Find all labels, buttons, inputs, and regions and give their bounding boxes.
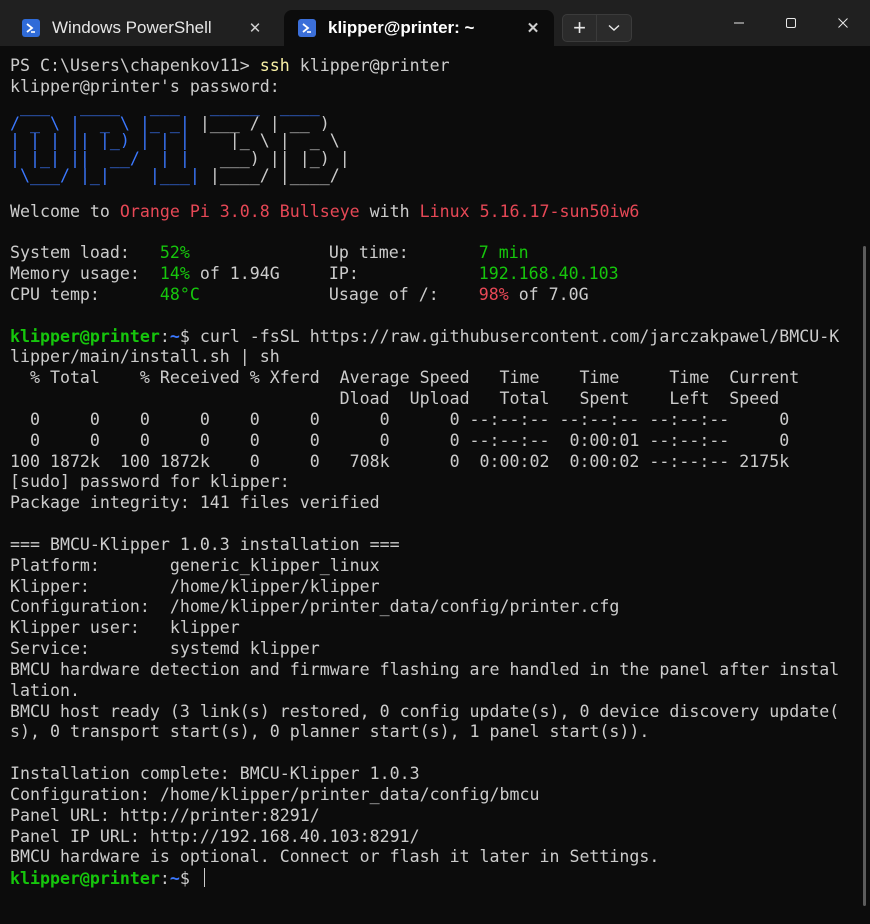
terminal-pane[interactable]: PS C:\Users\chapenkov11> ssh klipper@pri… xyxy=(0,46,870,924)
platform-line: Platform: generic_klipper_linux xyxy=(10,555,380,575)
scrollbar[interactable] xyxy=(863,246,866,906)
new-tab-group: + xyxy=(562,14,632,42)
ip-value: 192.168.40.103 xyxy=(478,264,619,284)
install-header: === BMCU-Klipper 1.0.3 installation === xyxy=(10,534,400,554)
bash-prompt-line: klipper@printer:~$ curl -fsSL https://ra… xyxy=(10,326,840,346)
mem-total: of 1.94G xyxy=(189,264,280,284)
minimize-button[interactable] xyxy=(716,0,762,46)
tab-klipper-printer[interactable]: klipper@printer: ~ ✕ xyxy=(284,10,554,46)
terminal-output: PS C:\Users\chapenkov11> ssh klipper@pri… xyxy=(10,56,850,889)
hw-note-line: BMCU hardware detection and firmware fla… xyxy=(10,659,840,679)
close-window-button[interactable] xyxy=(820,0,866,46)
cpu-label: CPU temp: xyxy=(10,284,160,304)
host-ready-line-cont: s), 0 transport start(s), 0 planner star… xyxy=(10,722,650,742)
config-path-line: Configuration: /home/klipper/printer_dat… xyxy=(10,597,620,617)
install-complete-line: Installation complete: BMCU-Klipper 1.0.… xyxy=(10,764,420,784)
stats-row-2: Memory usage: 14% of 1.94G IP: 192.168.40… xyxy=(10,264,850,285)
curl-progress-row: 0 0 0 0 0 0 0 0 --:--:-- 0:00:01 --:--:-… xyxy=(10,430,790,450)
welcome-prefix: Welcome to xyxy=(10,201,120,221)
ip-label: IP: xyxy=(328,264,479,284)
optional-note-line: BMCU hardware is optional. Connect or fl… xyxy=(10,847,660,867)
minimize-icon xyxy=(734,22,744,24)
hw-note-line-cont: lation. xyxy=(10,680,80,700)
ssh-command: ssh xyxy=(259,56,290,75)
mem-label: Memory usage: xyxy=(10,264,160,284)
new-tab-button[interactable]: + xyxy=(563,15,597,41)
curl-command-cont: lipper/main/install.sh | sh xyxy=(10,347,280,367)
stats-row-3: CPU temp: 48°C Usage of /: 98% of 7.0G xyxy=(10,285,850,306)
prompt-symbol: $ xyxy=(179,869,200,889)
sudo-prompt: [sudo] password for klipper: xyxy=(10,472,290,492)
sys-load-value: 52% xyxy=(159,243,190,263)
tab-windows-powershell[interactable]: Windows PowerShell ✕ xyxy=(8,10,276,46)
welcome-with: with xyxy=(359,201,420,221)
ssh-target: klipper@printer xyxy=(289,56,450,75)
panel-url-line: Panel URL: http://printer:8291/ xyxy=(10,805,320,825)
close-tab-icon[interactable]: ✕ xyxy=(520,15,546,41)
maximize-icon xyxy=(786,18,796,28)
prompt-user: klipper@printer xyxy=(10,326,160,346)
current-prompt-line[interactable]: klipper@printer:~$ xyxy=(10,868,850,889)
curl-progress-row: 100 1872k 100 1872k 0 0 708k 0 0:00:02 0… xyxy=(10,451,790,471)
maximize-button[interactable] xyxy=(768,0,814,46)
klipper-user-line: Klipper user: klipper xyxy=(10,618,240,638)
tab-title: klipper@printer: ~ xyxy=(328,18,475,37)
config-dir-line: Configuration: /home/klipper/printer_dat… xyxy=(10,784,540,804)
chevron-down-icon xyxy=(608,24,620,31)
curl-command: curl -fsSL https://raw.githubusercontent… xyxy=(199,326,840,346)
curl-header-2: Dload Upload Total Spent Left Speed xyxy=(10,389,780,409)
close-tab-icon[interactable]: ✕ xyxy=(242,15,268,41)
host-ready-line: BMCU host ready (3 link(s) restored, 0 c… xyxy=(10,701,840,721)
tab-dropdown-button[interactable] xyxy=(597,15,631,41)
text-cursor xyxy=(203,868,205,888)
uptime-value: 7 min xyxy=(478,243,529,263)
ascii-art: ___ ____ ___ _____ ____ / _ \ | _ \ |_ _… xyxy=(10,96,350,186)
password-prompt: klipper@printer's password: xyxy=(10,76,280,96)
stats-row-1: System load: 52% Up time: 7 min xyxy=(10,243,850,264)
opi-ascii-banner: ___ ____ ___ _____ ____ / _ \ | _ \ |_ _… xyxy=(10,96,850,202)
curl-progress-row: 0 0 0 0 0 0 0 0 --:--:-- --:--:-- --:--:… xyxy=(10,409,790,429)
ps-prompt: PS C:\Users\chapenkov11> xyxy=(10,56,260,75)
sys-load-label: System load: xyxy=(10,243,160,263)
welcome-line: Welcome to Orange Pi 3.0.8 Bullseye with… xyxy=(10,202,850,223)
os-name: Orange Pi 3.0.8 Bullseye xyxy=(119,201,360,221)
integrity-line: Package integrity: 141 files verified xyxy=(10,493,380,513)
tab-title: Windows PowerShell xyxy=(52,18,212,37)
close-icon xyxy=(838,18,848,28)
kernel-version: Linux 5.16.17-sun50iw6 xyxy=(419,201,640,221)
usage-pct: 98% xyxy=(478,284,509,304)
prompt-user: klipper@printer xyxy=(10,869,160,889)
klipper-path-line: Klipper: /home/klipper/klipper xyxy=(10,576,380,596)
prompt-path: ~ xyxy=(169,326,180,346)
cpu-temp: 48°C xyxy=(159,284,200,304)
powershell-icon xyxy=(22,19,40,37)
usage-label: Usage of /: xyxy=(328,284,479,304)
prompt-path: ~ xyxy=(169,869,180,889)
panel-ip-url-line: Panel IP URL: http://192.168.40.103:8291… xyxy=(10,826,420,846)
mem-pct: 14% xyxy=(159,264,190,284)
curl-header-1: % Total % Received % Xferd Average Speed… xyxy=(10,368,800,388)
powershell-icon xyxy=(298,19,316,37)
title-bar: Windows PowerShell ✕ klipper@printer: ~ … xyxy=(0,0,870,46)
prompt-symbol: $ xyxy=(179,326,200,346)
ps-prompt-line: PS C:\Users\chapenkov11> ssh klipper@pri… xyxy=(10,56,850,77)
uptime-label: Up time: xyxy=(328,243,479,263)
usage-total: of 7.0G xyxy=(508,284,589,304)
service-line: Service: systemd klipper xyxy=(10,639,320,659)
